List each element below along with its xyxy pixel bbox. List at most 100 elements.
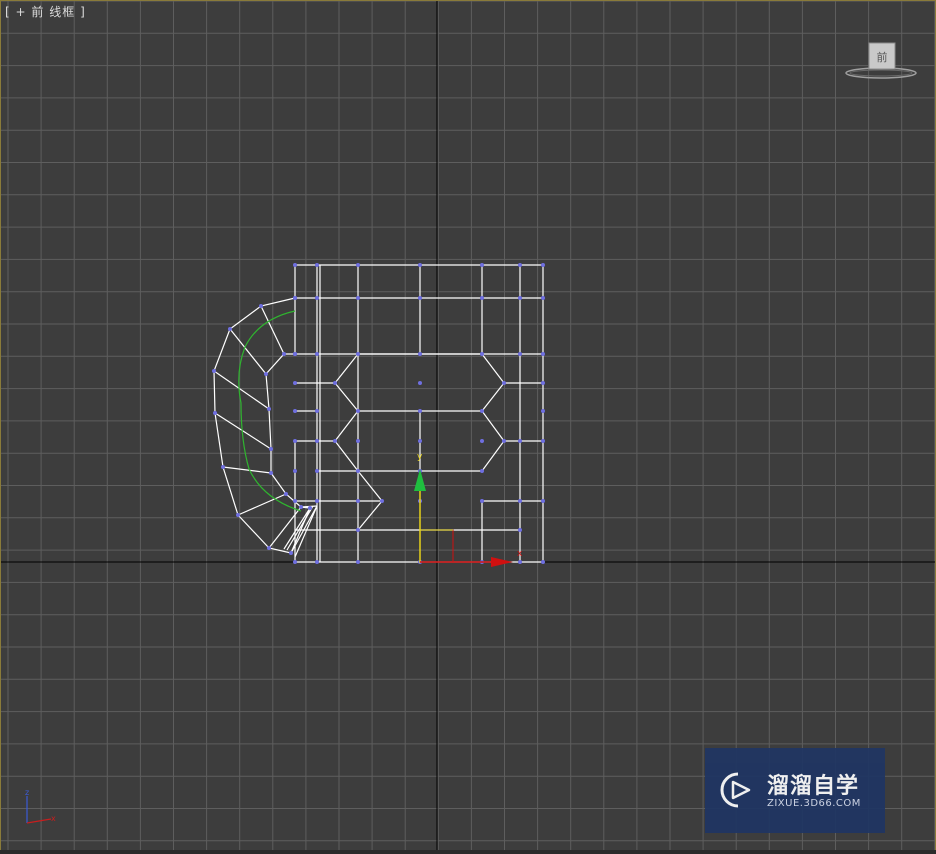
mesh-vertex [541,296,545,300]
mesh-vertex [418,439,422,443]
tripod-x-label: x [51,814,56,823]
mesh-vertex [418,296,422,300]
mesh-vertex [480,469,484,473]
mesh-vertex [418,409,422,413]
axis-tripod: z x [25,788,56,824]
mesh-vertex [315,352,319,356]
mesh-vertex [480,352,484,356]
tripod-z-label: z [25,788,29,797]
mesh-vertex [269,471,273,475]
mesh-vertex [418,263,422,267]
viewport-label[interactable]: [ + 前 线框 ] [5,3,86,20]
gizmo-x-label: x [517,549,523,559]
mesh-vertex [518,560,522,564]
mesh-vertex [356,352,360,356]
mesh-vertex [518,263,522,267]
mesh-vertex [315,296,319,300]
mesh-vertex [293,409,297,413]
mesh-vertex [518,528,522,532]
mesh-vertex [267,407,271,411]
status-bar [0,850,936,854]
mesh-vertex [502,381,506,385]
viewport-scene[interactable]: y x z x [1,1,935,851]
mesh-edge [222,466,272,474]
mesh-vertex [418,381,422,385]
mesh-vertex [315,263,319,267]
mesh-vertex [293,263,297,267]
mesh-edge [214,412,272,450]
mesh-vertex [518,352,522,356]
mesh-vertex [480,263,484,267]
watermark: 溜溜自学 ZIXUE.3D66.COM [705,748,885,833]
gizmo-y-arrow[interactable] [414,469,426,491]
mesh-vertex [541,499,545,503]
mesh-vertex [308,506,312,510]
mesh-vertex [293,381,297,385]
viewport-shading-menu[interactable]: 线框 [49,5,75,19]
mesh-vertex [333,439,337,443]
viewport-label-close: ] [80,5,86,19]
mesh-vertex [264,372,268,376]
viewport-plus-menu[interactable]: + [16,5,27,19]
mesh-vertex [480,409,484,413]
mesh-vertex [518,296,522,300]
mesh-vertex [315,499,319,503]
mesh-vertex [284,492,288,496]
mesh-vertex [541,560,545,564]
mesh-edge [237,493,287,516]
viewport-view-menu[interactable]: 前 [31,5,44,19]
mesh-vertex [267,546,271,550]
mesh-vertex [541,352,545,356]
mesh-vertex [356,528,360,532]
viewport-grid [1,1,935,851]
viewport-label-open: [ [5,5,11,19]
viewcube[interactable]: 前 [843,39,919,83]
mesh-vertex [289,551,293,555]
mesh-vertex [541,263,545,267]
mesh-edge [295,353,359,384]
mesh-vertex [315,560,319,564]
mesh-vertex [356,409,360,413]
mesh-vertex [356,469,360,473]
mesh-vertex [480,296,484,300]
mesh-vertex [221,465,225,469]
mesh-edge [295,410,359,442]
mesh-vertex [518,439,522,443]
mesh-edge [286,505,314,551]
mesh-vertex [541,409,545,413]
mesh-vertex [293,439,297,443]
mesh-vertex [293,560,297,564]
mesh-vertex [418,352,422,356]
mesh-vertex [480,499,484,503]
mesh-vertex [315,439,319,443]
mesh-vertex [269,447,273,451]
mesh-vertex [356,560,360,564]
mesh-vertex [293,499,297,503]
mesh-vertex [282,352,286,356]
watermark-url: ZIXUE.3D66.COM [767,798,861,809]
mesh-vertex [315,409,319,413]
mesh-vertex [502,439,506,443]
mesh-vertex [259,304,263,308]
handle-spline[interactable] [238,310,302,512]
gizmo-x-arrow[interactable] [491,557,513,567]
gizmo-y-label: y [417,452,423,462]
mesh-vertex [293,469,297,473]
mesh-vertex [228,327,232,331]
mesh-vertex [213,411,217,415]
mesh-vertex [356,263,360,267]
mesh-vertex [356,499,360,503]
mesh-vertex [299,505,303,509]
mesh-vertex [356,439,360,443]
mesh-vertex [518,499,522,503]
mesh-vertex [541,381,545,385]
mesh-vertex [480,439,484,443]
front-viewport[interactable]: y x z x [ + 前 线框 ] 前 溜溜自学 ZIXUE.3D66.COM [0,0,936,852]
mesh-edge [229,328,267,375]
mesh-vertex [315,469,319,473]
mesh-vertex [212,369,216,373]
watermark-brand: 溜溜自学 [767,774,860,799]
mesh-vertex [541,439,545,443]
mesh-vertex [356,296,360,300]
mesh-vertex [333,381,337,385]
